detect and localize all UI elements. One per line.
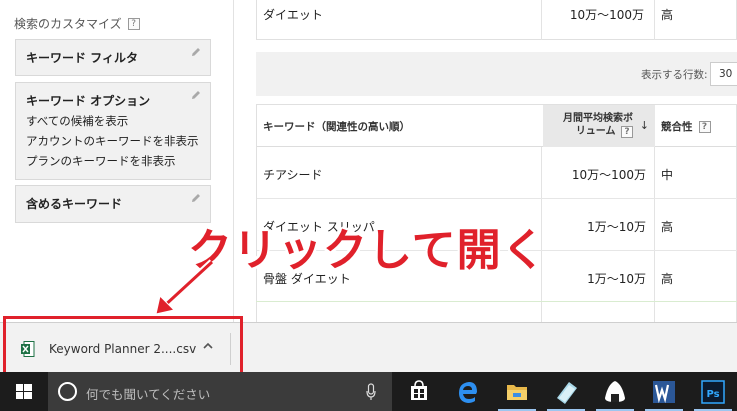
microphone-icon[interactable]	[366, 383, 376, 401]
header-monthly-volume[interactable]: 月間平均検索ボ リューム ? ↓	[543, 105, 655, 147]
include-keywords-title: 含めるキーワード	[26, 197, 123, 211]
row-competition: 高	[661, 220, 674, 234]
rows-per-page-select[interactable]: 30	[710, 62, 737, 86]
include-keywords-panel[interactable]: 含めるキーワード	[15, 185, 211, 223]
help-icon[interactable]: ?	[698, 120, 711, 133]
row-competition: 中	[661, 168, 674, 182]
edge-browser-icon[interactable]	[447, 372, 489, 411]
highlight-box	[3, 316, 243, 376]
sidebar-title-text: 検索のカスタマイズ	[14, 17, 122, 31]
ad-group-table: ダイエット 10万～100万 高	[256, 0, 737, 40]
option-hide-account-keywords: アカウントのキーワードを非表示	[26, 134, 199, 148]
top-row-competition: 高	[661, 8, 674, 22]
onigiri-app-icon[interactable]	[594, 372, 636, 411]
header-volume-line2: リューム	[575, 126, 616, 137]
search-placeholder: 何でも聞いてください	[86, 387, 211, 402]
pencil-edit-icon[interactable]	[190, 192, 202, 204]
option-hide-plan-keywords: プランのキーワードを非表示	[26, 154, 176, 168]
row-volume: 1万～10万	[587, 220, 646, 234]
help-icon[interactable]: ?	[127, 17, 140, 30]
column-divider	[541, 0, 542, 40]
header-volume-line1: 月間平均検索ボ	[563, 113, 633, 124]
windows-taskbar: 何でも聞いてください Ps	[0, 372, 737, 411]
windows-start-button[interactable]	[0, 372, 48, 411]
keyword-filter-panel[interactable]: キーワード フィルタ	[15, 39, 211, 76]
pencil-edit-icon[interactable]	[190, 89, 202, 101]
sort-down-arrow-icon[interactable]: ↓	[640, 119, 649, 132]
row-highlight-line	[256, 301, 737, 302]
word-icon[interactable]	[643, 372, 685, 411]
pencil-edit-icon[interactable]	[190, 46, 202, 58]
annotation-arrow-icon	[155, 259, 215, 315]
annotation-text: クリックして開く	[188, 225, 547, 276]
keyword-options-title: キーワード オプション	[26, 94, 151, 108]
sidebar-title: 検索のカスタマイズ ?	[14, 15, 140, 32]
keyword-options-panel[interactable]: キーワード オプション すべての候補を表示 アカウントのキーワードを非表示 プラ…	[15, 82, 211, 180]
option-show-all: すべての候補を表示	[26, 114, 129, 128]
top-row-volume: 10万～100万	[569, 8, 644, 22]
cortana-icon	[58, 382, 77, 401]
table-header: キーワード（関連性の高い順） 月間平均検索ボ リューム ? ↓ 競合性 ?	[257, 105, 737, 147]
table-row: チアシード 10万～100万 中	[257, 147, 737, 199]
row-volume: 10万～100万	[571, 168, 646, 182]
help-icon[interactable]: ?	[621, 126, 633, 138]
keyword-filter-title: キーワード フィルタ	[26, 51, 138, 65]
top-row-keyword: ダイエット	[263, 8, 323, 22]
row-volume: 1万～10万	[587, 272, 646, 286]
header-competition[interactable]: 競合性 ?	[661, 119, 711, 134]
column-divider	[654, 0, 655, 40]
row-keyword: チアシード	[263, 168, 323, 182]
svg-text:Ps: Ps	[706, 389, 719, 400]
header-keyword[interactable]: キーワード（関連性の高い順）	[263, 119, 410, 134]
header-competition-text: 競合性	[661, 121, 693, 133]
file-explorer-icon[interactable]	[496, 372, 538, 411]
photoshop-icon[interactable]: Ps	[692, 372, 734, 411]
cortana-search-box[interactable]: 何でも聞いてください	[48, 372, 392, 411]
windows-logo-icon	[16, 384, 32, 399]
keyword-ideas-table: キーワード（関連性の高い順） 月間平均検索ボ リューム ? ↓ 競合性 ? チア…	[256, 104, 737, 323]
chrome-app-icon[interactable]	[545, 372, 587, 411]
store-icon[interactable]	[398, 372, 440, 411]
row-competition: 高	[661, 272, 674, 286]
rows-per-page-label: 表示する行数:	[641, 69, 708, 81]
